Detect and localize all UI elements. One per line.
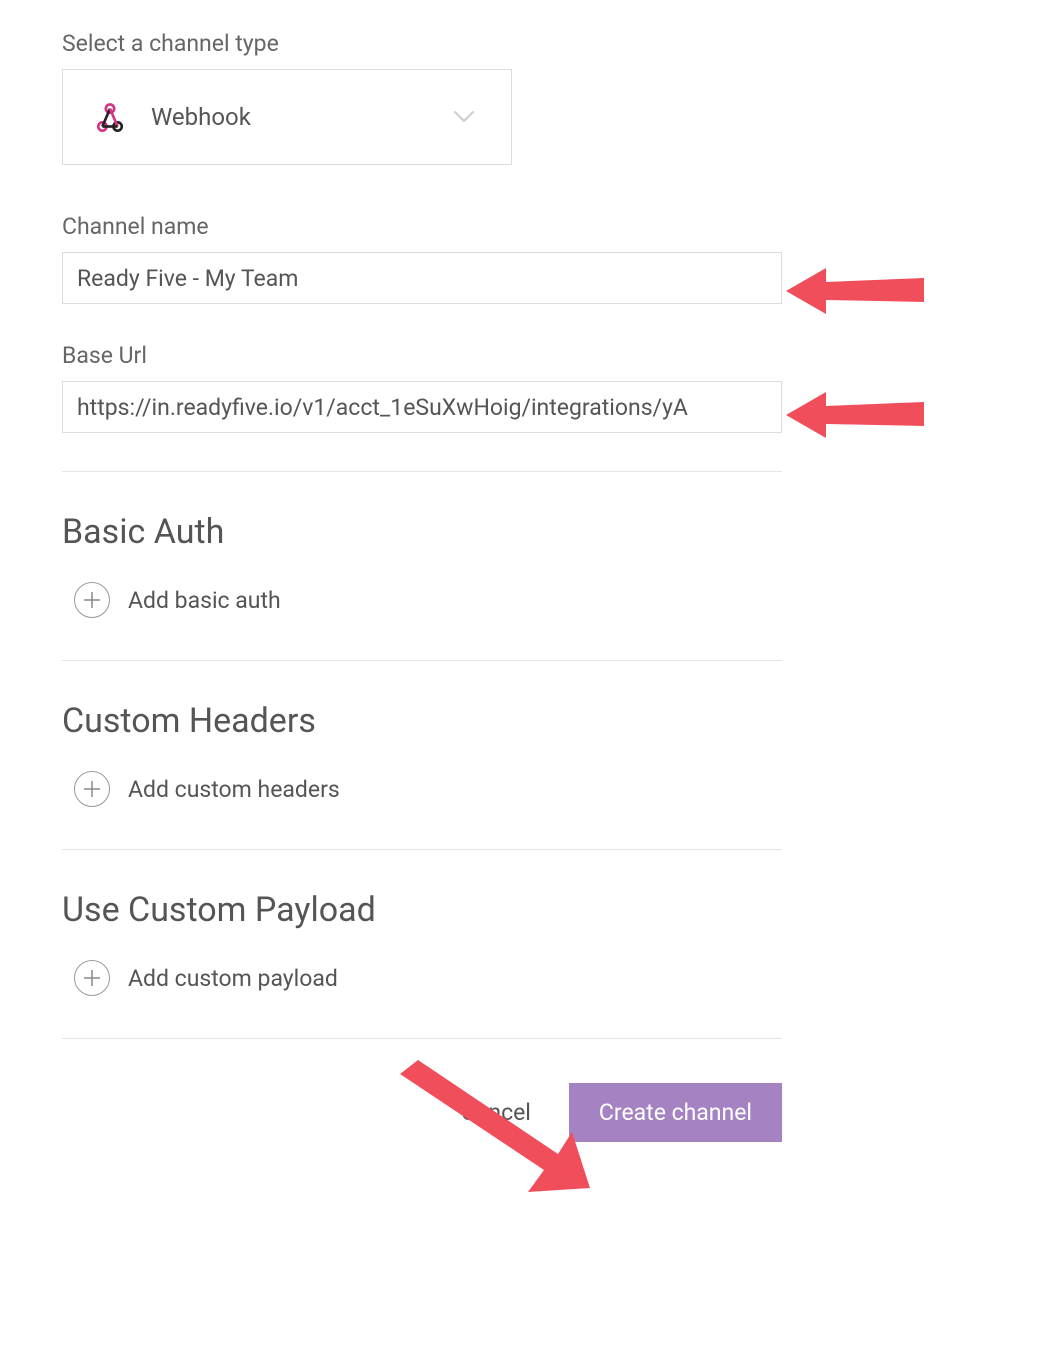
add-custom-payload-label: Add custom payload [128,965,338,992]
add-basic-auth-button[interactable]: Add basic auth [62,582,844,618]
channel-name-label: Channel name [62,213,844,240]
chevron-down-icon [453,105,475,130]
create-channel-button[interactable]: Create channel [569,1083,782,1142]
add-custom-headers-label: Add custom headers [128,776,340,803]
base-url-input[interactable] [62,381,782,433]
channel-name-input[interactable] [62,252,782,304]
divider [62,471,782,472]
channel-type-select[interactable]: Webhook [62,69,512,165]
add-basic-auth-label: Add basic auth [128,587,281,614]
divider [62,849,782,850]
footer-actions: Cancel Create channel [62,1083,782,1142]
custom-payload-heading: Use Custom Payload [62,890,844,930]
plus-icon [74,960,110,996]
cancel-button[interactable]: Cancel [461,1099,531,1126]
channel-name-field: Channel name [62,213,844,304]
base-url-label: Base Url [62,342,844,369]
divider [62,660,782,661]
add-custom-payload-button[interactable]: Add custom payload [62,960,844,996]
channel-type-label: Select a channel type [62,30,844,57]
divider [62,1038,782,1039]
custom-headers-heading: Custom Headers [62,701,844,741]
base-url-field: Base Url [62,342,844,433]
channel-type-field: Select a channel type Webhook [62,30,844,165]
add-custom-headers-button[interactable]: Add custom headers [62,771,844,807]
plus-icon [74,771,110,807]
basic-auth-heading: Basic Auth [62,512,844,552]
webhook-icon [91,98,129,136]
plus-icon [74,582,110,618]
channel-type-value: Webhook [151,103,453,131]
